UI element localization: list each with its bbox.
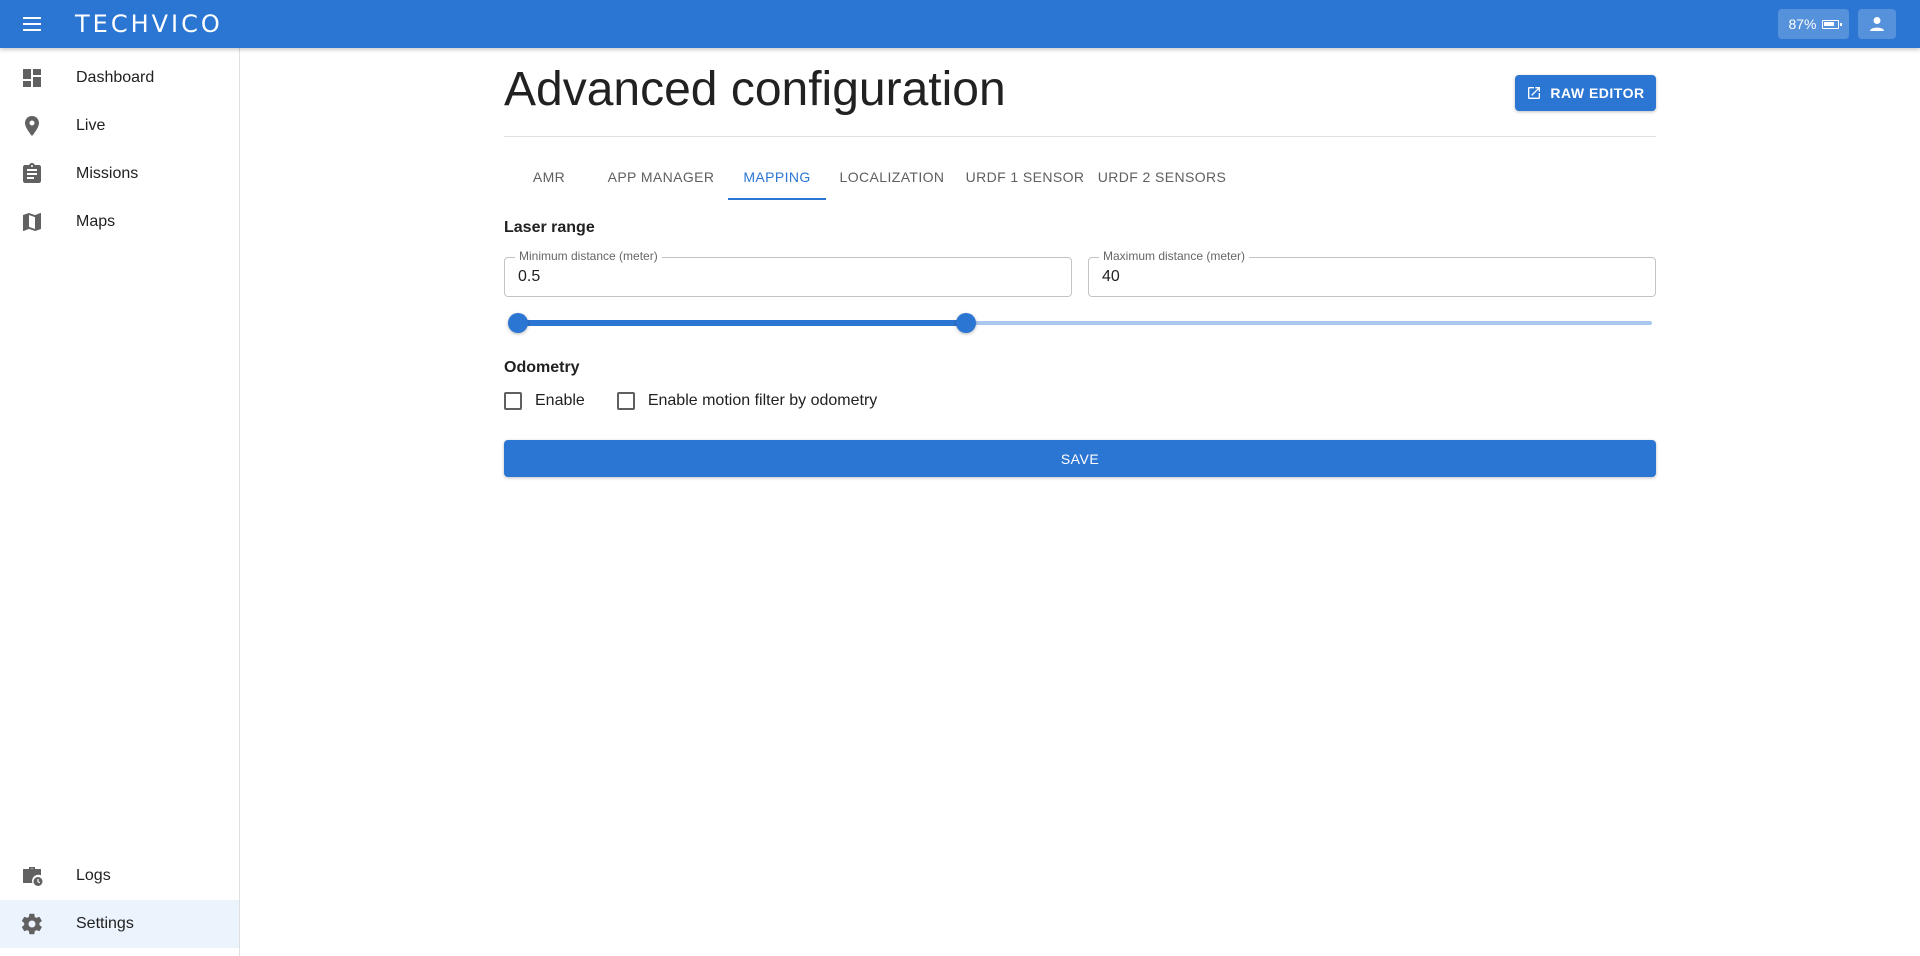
tab-mapping[interactable]: MAPPING (728, 153, 826, 201)
tab-label: URDF 2 SENSORS (1097, 169, 1227, 185)
sidebar-item-live[interactable]: Live (0, 102, 239, 150)
sidebar-item-logs[interactable]: Logs (0, 852, 239, 900)
battery-status[interactable]: 87% (1778, 9, 1849, 39)
page-title: Advanced configuration (504, 63, 1006, 116)
sidebar-item-dashboard[interactable]: Dashboard (0, 54, 239, 102)
tab-urdf-2-sensors[interactable]: URDF 2 SENSORS (1092, 153, 1232, 201)
tab-label: APP MANAGER (607, 169, 715, 185)
tab-label: AMR (532, 169, 566, 185)
motion-filter-checkbox[interactable]: Enable motion filter by odometry (616, 392, 878, 410)
max-distance-field[interactable]: Maximum distance (meter) (1088, 249, 1656, 297)
sidebar-item-label: Dashboard (76, 69, 155, 86)
sidebar-item-maps[interactable]: Maps (0, 198, 239, 246)
brand-logo[interactable]: TECHVICO (75, 8, 223, 40)
dashboard-icon (23, 69, 41, 87)
tab-localization[interactable]: LOCALIZATION (826, 153, 958, 201)
sidebar-item-label: Live (76, 117, 106, 134)
account-icon (1870, 17, 1884, 31)
laser-range-slider[interactable] (508, 312, 1652, 334)
title-divider (504, 136, 1656, 137)
min-distance-input[interactable] (518, 268, 1028, 286)
map-icon (23, 213, 41, 231)
sidebar-item-label: Missions (76, 165, 139, 182)
max-distance-input[interactable] (1102, 268, 1612, 286)
location-pin-icon (25, 116, 39, 136)
config-tabs: AMR APP MANAGER MAPPING LOCALIZATION URD… (504, 153, 1656, 201)
app-bar: TECHVICO 87% (0, 0, 1920, 48)
tab-label: URDF 1 SENSOR (965, 169, 1085, 185)
gear-icon (21, 913, 42, 935)
account-button[interactable] (1858, 9, 1896, 39)
raw-editor-button[interactable]: RAW EDITOR (1515, 75, 1656, 111)
laser-range-heading: Laser range (504, 219, 595, 236)
sidebar-item-label: Settings (76, 915, 134, 932)
min-distance-label: Minimum distance (meter) (515, 249, 662, 263)
brand-text: TECHVICO (75, 10, 223, 38)
menu-icon (23, 17, 41, 31)
sidebar-item-label: Logs (76, 867, 111, 884)
sidebar-item-missions[interactable]: Missions (0, 150, 239, 198)
checkbox-box[interactable] (616, 392, 635, 410)
save-label: SAVE (1060, 450, 1100, 467)
enable-odometry-checkbox[interactable]: Enable (504, 392, 585, 410)
odometry-heading: Odometry (504, 359, 580, 376)
slider-thumb-max[interactable] (955, 313, 976, 333)
min-distance-field[interactable]: Minimum distance (meter) (504, 249, 1072, 297)
tab-amr[interactable]: AMR (504, 153, 594, 201)
battery-label: 87% (1788, 16, 1817, 32)
battery-icon (1821, 19, 1842, 29)
max-distance-label: Maximum distance (meter) (1099, 249, 1250, 263)
odometry-options: Enable Enable motion filter by odometry (504, 392, 909, 410)
clipboard-icon (23, 163, 41, 183)
enable-odometry-label: Enable (535, 392, 585, 409)
raw-editor-label: RAW EDITOR (1550, 85, 1645, 101)
save-button[interactable]: SAVE (504, 440, 1656, 477)
tab-app-manager[interactable]: APP MANAGER (594, 153, 728, 201)
tab-label: MAPPING (743, 169, 811, 185)
sidebar: Dashboard Live Missions Maps Logs Settin… (0, 48, 240, 956)
sidebar-item-settings[interactable]: Settings (0, 900, 239, 948)
motion-filter-label: Enable motion filter by odometry (647, 392, 878, 409)
tab-label: LOCALIZATION (839, 169, 945, 185)
menu-button[interactable] (20, 12, 44, 36)
tab-urdf-1-sensor[interactable]: URDF 1 SENSOR (958, 153, 1092, 201)
checkbox-box[interactable] (504, 392, 522, 410)
open-in-new-icon (1528, 87, 1541, 99)
slider-thumb-min[interactable] (508, 313, 528, 333)
tab-indicator (728, 198, 826, 200)
logs-icon (23, 867, 43, 886)
slider-track (518, 320, 966, 326)
sidebar-item-label: Maps (76, 213, 116, 230)
